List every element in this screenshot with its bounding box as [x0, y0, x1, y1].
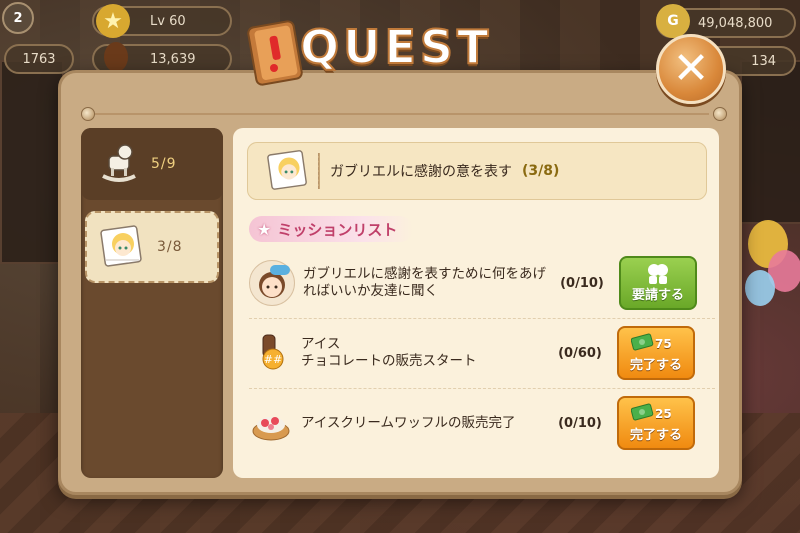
mission-text: アイスクリームワッフルの販売完了 [301, 414, 516, 431]
background-shelf [0, 60, 64, 264]
reward-amount: 25 [655, 406, 672, 421]
close-icon: ✕ [672, 43, 710, 94]
request-button[interactable]: 要請する [619, 256, 697, 310]
mission-count: (0/10) [560, 275, 604, 291]
reward-amount: 75 [655, 336, 672, 351]
stat-primary-value: 1763 [22, 51, 56, 67]
background-shelf [740, 60, 800, 224]
mission-row: ## アイス チョコレートの販売スタート (0/60) 75 完了する [249, 322, 715, 384]
mission-text-line2: チョコレートの販売スタート [301, 353, 477, 369]
friend-avatar-icon [249, 260, 295, 306]
rivet [713, 107, 727, 121]
mission-list-label: ミッションリスト [277, 220, 398, 239]
complete-button[interactable]: 75 完了する [617, 326, 695, 380]
mission-text: ガブリエルに感謝を表すために何をあげればいいか友達に聞く [303, 266, 546, 299]
mission-row: ガブリエルに感謝を表すために何をあげればいいか友達に聞く (0/10) 要請する [249, 252, 715, 314]
quest-tab-character[interactable]: 3/8 [85, 211, 219, 283]
stat-secondary-value: 13,639 [150, 51, 196, 67]
rocking-horse-icon [97, 140, 141, 188]
quest-title: ガブリエルに感謝の意を表す [330, 164, 512, 180]
mission-text-line1: アイス [301, 336, 341, 352]
gem-value: 134 [751, 53, 776, 69]
star-icon: ★ [96, 4, 130, 38]
chocolate-ice-icon: ## [249, 331, 293, 375]
complete-button-label: 完了する [629, 358, 682, 373]
request-button-label: 要請する [631, 288, 684, 303]
complete-button-label: 完了する [629, 428, 682, 443]
gold-coin-icon: G [656, 4, 690, 38]
mission-row: アイスクリームワッフルの販売完了 (0/10) 25 完了する [249, 392, 715, 454]
stat-pill-left: 1763 [4, 44, 74, 74]
quest-book-icon [246, 18, 304, 88]
mission-count: (0/60) [558, 345, 602, 361]
dialog-rail [91, 113, 709, 115]
dialog-title: QUEST [299, 19, 493, 75]
quest-dialog: 5/9 3/8 ガブリエルに感謝の意を表す (3/8) ★ ミッションリスト ガ… [58, 70, 742, 495]
balloon-decoration [745, 270, 775, 306]
reward-badge: 25 [630, 403, 672, 424]
level-label: Lv 60 [150, 13, 186, 29]
quest-tab-rocking-horse[interactable]: 5/9 [81, 128, 223, 200]
cash-icon [630, 333, 655, 354]
tab-progress: 3/8 [157, 239, 183, 255]
coffee-bean-icon [104, 42, 128, 72]
mission-separator [249, 388, 715, 389]
complete-button[interactable]: 25 完了する [617, 396, 695, 450]
tab-progress: 5/9 [151, 156, 177, 172]
current-quest-header: ガブリエルに感謝の意を表す (3/8) [247, 142, 707, 200]
header-divider [318, 153, 320, 189]
close-button[interactable]: ✕ [656, 34, 726, 104]
quest-detail-panel: ガブリエルに感謝の意を表す (3/8) ★ ミッションリスト ガブリエルに感謝を… [233, 128, 719, 478]
badge-count: 2 [13, 10, 23, 26]
mission-list-heading: ★ ミッションリスト [249, 216, 414, 242]
friends-icon [645, 262, 671, 286]
quest-progress: (3/8) [522, 163, 560, 179]
ice-waffle-icon [249, 401, 293, 445]
star-icon: ★ [257, 219, 272, 239]
character-card-icon [264, 145, 312, 197]
mission-count: (0/10) [558, 415, 602, 431]
rivet [81, 107, 95, 121]
mission-separator [249, 318, 715, 319]
notification-badge[interactable]: 2 [2, 2, 34, 34]
mission-text: アイス チョコレートの販売スタート [301, 336, 551, 370]
character-card-icon [97, 220, 147, 274]
svg-text:##: ## [264, 353, 282, 366]
reward-badge: 75 [630, 333, 672, 354]
quest-tab-list: 5/9 3/8 [81, 128, 223, 478]
gold-value: 49,048,800 [698, 15, 773, 31]
cash-icon [630, 403, 655, 424]
